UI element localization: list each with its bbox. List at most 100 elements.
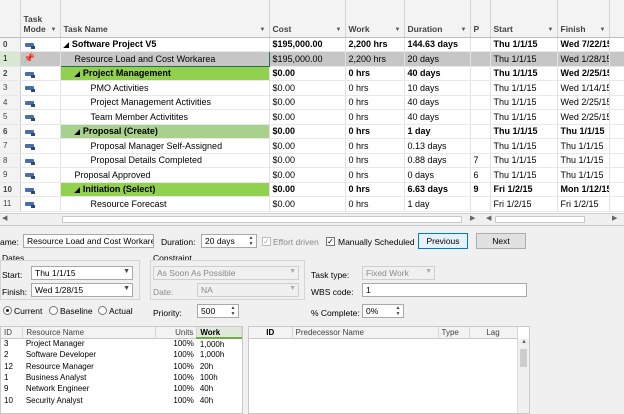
task-name-cell[interactable]: ◢ Proposal (Create): [60, 124, 270, 139]
row-number[interactable]: 11: [0, 196, 21, 212]
start-cell[interactable]: Thu 1/1/15: [490, 138, 558, 154]
chevron-down-icon[interactable]: ▼: [123, 268, 130, 275]
start-cell[interactable]: Thu 1/1/15: [490, 80, 558, 96]
start-cell[interactable]: Thu 1/1/15: [490, 153, 558, 168]
priority-input[interactable]: 500 ▲ ▼: [197, 304, 239, 318]
predecessors-cell[interactable]: [470, 138, 491, 154]
row-number[interactable]: 2: [0, 66, 21, 81]
predecessor-scrollbar[interactable]: ▲: [517, 339, 529, 413]
predecessors-cell[interactable]: [470, 109, 491, 125]
resource-id[interactable]: 3: [1, 338, 23, 349]
chevron-down-icon[interactable]: ▼: [336, 27, 342, 33]
finish-date-select[interactable]: Wed 1/28/15 ▼: [31, 283, 133, 297]
finish-cell[interactable]: Wed 1/28/15: [557, 51, 610, 67]
task-name-cell[interactable]: PMO Activities: [60, 80, 270, 96]
extra-cell[interactable]: [609, 182, 624, 197]
task-row[interactable]: 1 📌 Resource Load and Cost Workarea $195,00…: [0, 51, 624, 67]
effort-driven-checkbox[interactable]: ✓: [262, 237, 271, 246]
task-mode-cell[interactable]: 📌: [20, 51, 61, 67]
resource-units[interactable]: 100%: [155, 394, 197, 405]
scrollbar-thumb[interactable]: [62, 216, 462, 223]
finish-cell[interactable]: Thu 1/1/15: [557, 167, 610, 183]
resource-work[interactable]: 40h: [197, 394, 242, 405]
pred-col-name[interactable]: Predecessor Name: [292, 327, 439, 339]
pred-col-id[interactable]: ID: [249, 327, 293, 339]
res-col-name[interactable]: Resource Name: [22, 327, 156, 339]
row-number[interactable]: 1: [0, 51, 21, 67]
task-name-cell[interactable]: Project Management Activities: [60, 95, 270, 110]
finish-cell[interactable]: Wed 7/22/15: [557, 37, 610, 52]
spinner-arrows-icon[interactable]: ▲ ▼: [394, 305, 402, 317]
task-row[interactable]: 11 Resource Forecast $0.00 0 hrs 1 day Fri 1/…: [0, 196, 624, 212]
scrollbar-thumb-secondary[interactable]: [495, 216, 585, 223]
task-mode-cell[interactable]: [20, 153, 61, 168]
resource-id[interactable]: 1: [1, 372, 23, 383]
resource-work[interactable]: 1,000h: [197, 349, 242, 360]
start-cell[interactable]: Fri 1/2/15: [490, 196, 558, 212]
predecessors-cell[interactable]: [470, 37, 491, 52]
work-cell[interactable]: 0 hrs: [345, 66, 405, 81]
resource-units[interactable]: 100%: [155, 383, 197, 394]
finish-cell[interactable]: Wed 1/14/15: [557, 80, 610, 96]
finish-cell[interactable]: Wed 2/25/15: [557, 109, 610, 125]
col-header-name[interactable]: Task Name ▼: [60, 0, 270, 38]
select-all-corner[interactable]: [0, 0, 21, 38]
resource-name[interactable]: Resource Manager: [23, 361, 155, 372]
start-cell[interactable]: Thu 1/1/15: [490, 66, 558, 81]
col-header-cost[interactable]: Cost ▼: [269, 0, 346, 38]
duration-cell[interactable]: 20 days: [404, 51, 471, 67]
task-mode-cell[interactable]: [20, 182, 61, 197]
chevron-down-icon[interactable]: ▼: [425, 268, 432, 275]
duration-cell[interactable]: 40 days: [404, 95, 471, 110]
finish-cell[interactable]: Thu 1/1/15: [557, 124, 610, 139]
res-col-work[interactable]: Work: [196, 327, 242, 339]
predecessors-cell[interactable]: [470, 196, 491, 212]
resource-work[interactable]: 1,000h: [197, 338, 242, 349]
extra-cell[interactable]: [609, 95, 624, 110]
duration-cell[interactable]: 144.63 days: [404, 37, 471, 52]
chevron-down-icon[interactable]: ▼: [289, 285, 296, 292]
start-date-select[interactable]: Thu 1/1/15 ▼: [31, 266, 133, 280]
row-number[interactable]: 4: [0, 95, 21, 110]
duration-cell[interactable]: 1 day: [404, 196, 471, 212]
chevron-down-icon[interactable]: ▼: [123, 285, 130, 292]
row-number[interactable]: 10: [0, 182, 21, 197]
work-cell[interactable]: 0 hrs: [345, 124, 405, 139]
task-name-input[interactable]: Resource Load and Cost Workarea: [23, 234, 154, 248]
spinner-arrows-icon[interactable]: ▲ ▼: [229, 305, 237, 317]
extra-cell[interactable]: [609, 138, 624, 154]
task-name-cell[interactable]: ◢ Software Project V5: [60, 37, 270, 52]
task-row[interactable]: 6 ◢ Proposal (Create) $0.00 0 hrs 1 day Thu 1/…: [0, 124, 624, 139]
pred-col-type[interactable]: Type: [438, 327, 470, 339]
chevron-down-icon[interactable]: ▼: [51, 27, 57, 33]
work-cell[interactable]: 0 hrs: [345, 138, 405, 154]
chevron-down-icon[interactable]: ▼: [461, 27, 467, 33]
task-row[interactable]: 8 Proposal Details Completed $0.00 0 hrs 0.8…: [0, 153, 624, 168]
resource-work[interactable]: 40h: [197, 383, 242, 394]
task-row[interactable]: 5 Team Member Activitites $0.00 0 hrs 40 day…: [0, 109, 624, 125]
extra-cell[interactable]: [609, 124, 624, 139]
work-cell[interactable]: 2,200 hrs: [345, 51, 405, 67]
resource-id[interactable]: 2: [1, 349, 23, 360]
task-name-cell[interactable]: Resource Load and Cost Workarea: [59, 51, 270, 67]
resource-work[interactable]: 20h: [197, 361, 242, 372]
duration-cell[interactable]: 0.13 days: [404, 138, 471, 154]
task-mode-cell[interactable]: [20, 124, 61, 139]
col-header-mode[interactable]: Task Mode ▼: [20, 0, 61, 38]
predecessors-cell[interactable]: [470, 66, 491, 81]
task-row[interactable]: 4 Project Management Activities $0.00 0 hrs…: [0, 95, 624, 110]
start-cell[interactable]: Fri 1/2/15: [490, 182, 558, 197]
col-header-work[interactable]: Work ▼: [345, 0, 405, 38]
predecessors-cell[interactable]: [470, 51, 491, 67]
finish-cell[interactable]: Wed 2/25/15: [557, 66, 610, 81]
cost-cell[interactable]: $0.00: [269, 138, 346, 154]
finish-cell[interactable]: Thu 1/1/15: [557, 153, 610, 168]
scroll-right-icon[interactable]: ▶: [470, 214, 475, 222]
extra-cell[interactable]: [609, 167, 624, 183]
col-header-finish[interactable]: Finish ▼: [557, 0, 610, 38]
task-row[interactable]: 0 ◢ Software Project V5 $195,000.00 2,200 hr…: [0, 37, 624, 52]
scrollbar-thumb[interactable]: [520, 349, 527, 367]
task-name-cell[interactable]: Proposal Manager Self-Assigned: [60, 138, 270, 154]
extra-cell[interactable]: [609, 37, 624, 52]
spinner-arrows-icon[interactable]: ▲ ▼: [247, 235, 255, 247]
